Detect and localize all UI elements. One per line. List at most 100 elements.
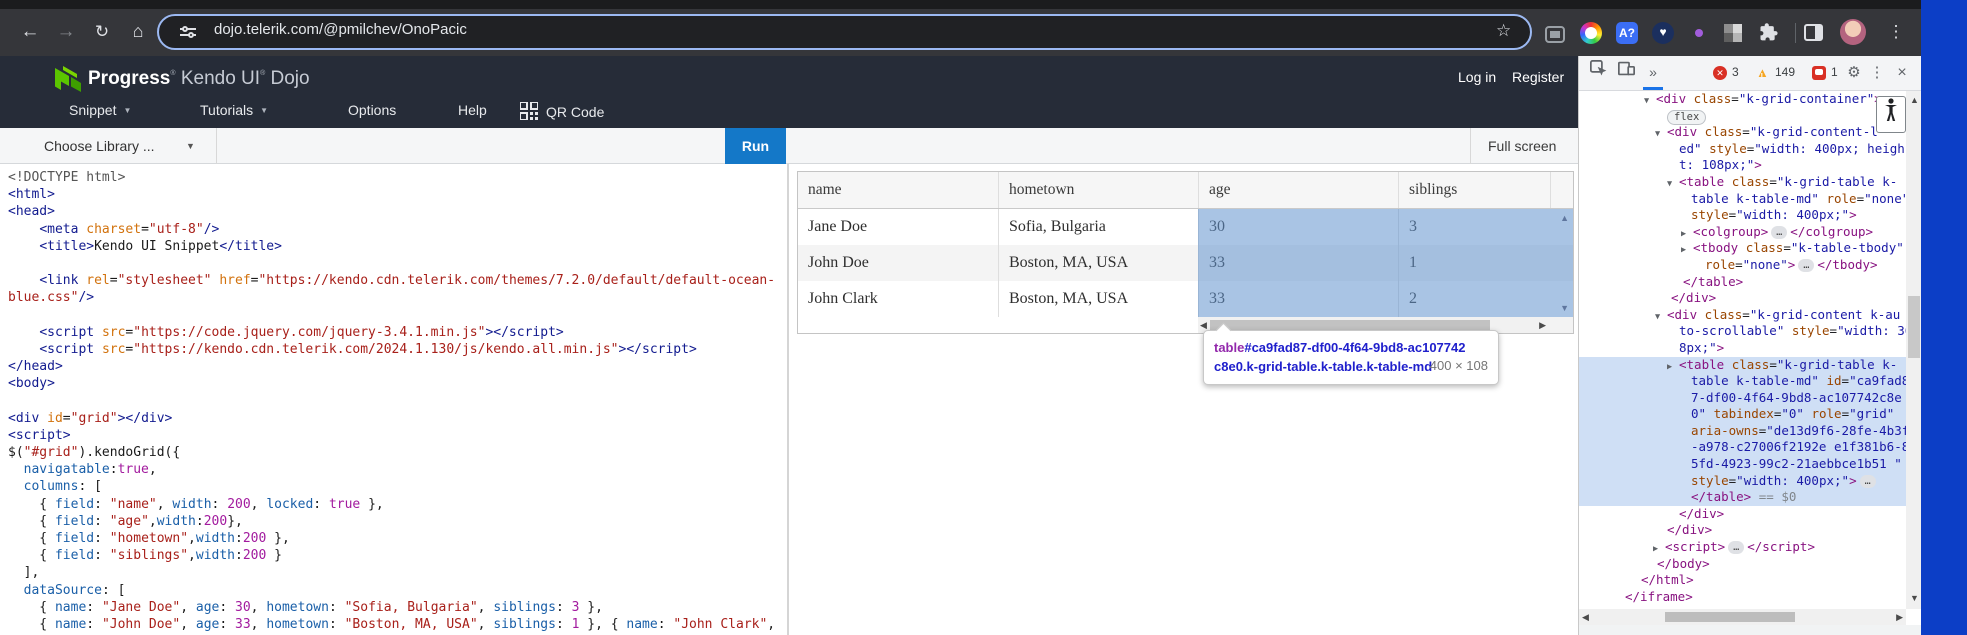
code-line[interactable]: $("#grid").kendoGrid({ (0, 444, 787, 461)
tree-line[interactable]: </div> (1579, 506, 1906, 523)
extension-capture-icon[interactable] (1545, 26, 1565, 43)
choose-library-dropdown[interactable]: Choose Library ... (44, 128, 155, 164)
code-line[interactable]: dataSource: [ (0, 582, 787, 599)
menu-qr-code[interactable]: QR Code (520, 102, 604, 120)
bookmark-star-icon[interactable]: ☆ (1496, 21, 1511, 41)
grid-cell-name[interactable]: John Doe (798, 245, 998, 281)
tree-line[interactable]: </table> (1579, 274, 1906, 291)
scrollbar-thumb[interactable] (1210, 320, 1490, 330)
issues-badge-icon[interactable] (1812, 66, 1826, 80)
grid-header-age[interactable]: age (1198, 172, 1398, 208)
device-toolbar-icon[interactable] (1613, 56, 1639, 90)
grid-header-hometown[interactable]: hometown (998, 172, 1198, 208)
menu-tutorials[interactable]: Tutorials▼ (200, 102, 268, 118)
site-info-icon[interactable] (178, 23, 200, 43)
back-icon[interactable]: ← (13, 9, 47, 56)
home-icon[interactable]: ⌂ (121, 9, 155, 56)
close-icon[interactable]: × (1890, 56, 1914, 90)
translate-extension-icon[interactable]: A? (1616, 22, 1638, 44)
tree-line[interactable]: ▼<div class="k-grid-content-l (1579, 124, 1906, 141)
scroll-right-icon[interactable]: ▶ (1896, 612, 1903, 623)
tree-line[interactable]: </html> (1579, 572, 1906, 589)
tree-line[interactable]: </iframe> (1579, 589, 1906, 606)
code-line[interactable]: { field: "siblings",width:200 } (0, 547, 787, 564)
code-line[interactable]: <link rel="stylesheet" href="https://ken… (0, 272, 787, 289)
code-line[interactable] (0, 392, 787, 409)
brand-title[interactable]: Progress® Kendo UI® Dojo (88, 68, 310, 90)
profile-avatar[interactable] (1840, 19, 1866, 45)
menu-snippet[interactable]: Snippet▼ (69, 102, 131, 118)
code-line[interactable]: navigatable:true, (0, 461, 787, 478)
code-line[interactable]: <script src="https://code.jquery.com/jqu… (0, 324, 787, 341)
code-line[interactable]: { field: "name", width: 200, locked: tru… (0, 496, 787, 513)
tree-line[interactable]: ▼<div class="k-grid-container"> (1579, 91, 1906, 108)
tree-line[interactable]: 0" tabindex="0" role="grid" (1579, 406, 1906, 423)
tree-line[interactable]: flex (1579, 108, 1906, 125)
grid-cell-hometown[interactable]: Boston, MA, USA (998, 281, 1198, 317)
run-button[interactable]: Run (725, 128, 786, 164)
grid-cell-name[interactable]: John Clark (798, 281, 998, 317)
reload-icon[interactable]: ↻ (85, 9, 119, 56)
heart-extension-icon[interactable]: ♥ (1652, 22, 1674, 44)
tree-line[interactable]: </div> (1579, 290, 1906, 307)
scroll-left-icon[interactable]: ◀ (1582, 612, 1589, 623)
tree-line[interactable]: -a978-c27006f2192e e1f381b6-8 (1579, 439, 1906, 456)
devtools-menu-dots-icon[interactable]: ⋮ (1866, 56, 1888, 90)
tree-line[interactable]: </body> (1579, 556, 1906, 573)
tree-line[interactable]: </div> (1579, 522, 1906, 539)
error-count[interactable]: 3 (1732, 56, 1739, 90)
collapsed-arrow-icon[interactable]: ▶ (1681, 242, 1693, 259)
code-line[interactable]: <div id="grid"></div> (0, 410, 787, 427)
tree-line[interactable]: ▼<div class="k-grid-content k-au (1579, 307, 1906, 324)
code-line[interactable]: { name: "Jane Doe", age: 30, hometown: "… (0, 599, 787, 616)
tree-line[interactable]: aria-owns="de13d9f6-28fe-4b3f (1579, 423, 1906, 440)
tree-line[interactable]: 7-df00-4f64-9bd8-ac107742c8e (1579, 390, 1906, 407)
expanded-arrow-icon[interactable]: ▼ (1655, 126, 1667, 143)
forward-icon[interactable]: → (49, 9, 83, 56)
tree-line[interactable]: t: 108px;"> (1579, 157, 1906, 174)
inspect-element-icon[interactable] (1585, 56, 1611, 90)
extensions-puzzle-icon[interactable] (1758, 22, 1780, 44)
dot-extension-icon[interactable] (1695, 29, 1703, 37)
gear-icon[interactable]: ⚙ (1842, 56, 1866, 90)
code-line[interactable]: blue.css"/> (0, 289, 787, 306)
grid-cell-hometown[interactable]: Sofia, Bulgaria (998, 209, 1198, 245)
side-panel-icon[interactable] (1804, 24, 1823, 41)
tree-line[interactable]: role="none">…</tbody> (1579, 257, 1906, 274)
tree-line[interactable]: ▼<table class="k-grid-table k- (1579, 174, 1906, 191)
menu-options[interactable]: Options (348, 102, 396, 118)
color-wheel-extension-icon[interactable] (1580, 22, 1602, 44)
code-line[interactable]: <html> (0, 186, 787, 203)
scroll-up-icon[interactable]: ▲ (1910, 95, 1919, 105)
tree-line[interactable]: style="width: 400px;"> (1579, 207, 1906, 224)
warning-count[interactable]: 149 (1775, 56, 1795, 90)
grid-vscroll-up-icon[interactable]: ▲ (1560, 213, 1569, 223)
grid-cell-name[interactable]: Jane Doe (798, 209, 998, 245)
tree-line[interactable]: 8px;"> (1579, 340, 1906, 357)
code-line[interactable] (0, 255, 787, 272)
login-link[interactable]: Log in (1458, 69, 1496, 85)
code-line[interactable]: columns: [ (0, 478, 787, 495)
expanded-arrow-icon[interactable]: ▼ (1667, 176, 1679, 193)
code-line[interactable]: <title>Kendo UI Snippet</title> (0, 238, 787, 255)
accessibility-person-icon[interactable] (1876, 96, 1906, 133)
code-line[interactable]: <body> (0, 375, 787, 392)
tree-line[interactable]: table k-table-md" id="ca9fad8 (1579, 373, 1906, 390)
code-line[interactable] (0, 307, 787, 324)
register-link[interactable]: Register (1512, 69, 1564, 85)
tree-line[interactable]: ▶<table class="k-grid-table k- (1579, 357, 1906, 374)
tree-line[interactable]: table k-table-md" role="none" (1579, 191, 1906, 208)
code-line[interactable]: <!DOCTYPE html> (0, 169, 787, 186)
tree-line[interactable]: ▶<tbody class="k-table-tbody" (1579, 240, 1906, 257)
menu-help[interactable]: Help (458, 102, 487, 118)
scrollbar-thumb[interactable] (1665, 612, 1795, 622)
full-screen-link[interactable]: Full screen (1488, 128, 1556, 164)
code-line[interactable]: { name: "John Doe", age: 33, hometown: "… (0, 616, 787, 633)
expanded-arrow-icon[interactable]: ▼ (1655, 309, 1667, 326)
code-line[interactable]: { field: "age",width:200}, (0, 513, 787, 530)
tree-line[interactable]: </table> == $0 (1579, 489, 1906, 506)
code-line[interactable]: { field: "hometown",width:200 }, (0, 530, 787, 547)
code-line[interactable]: <script> (0, 427, 787, 444)
more-tabs-icon[interactable]: » (1639, 56, 1667, 90)
scrollbar-thumb[interactable] (1908, 296, 1920, 358)
